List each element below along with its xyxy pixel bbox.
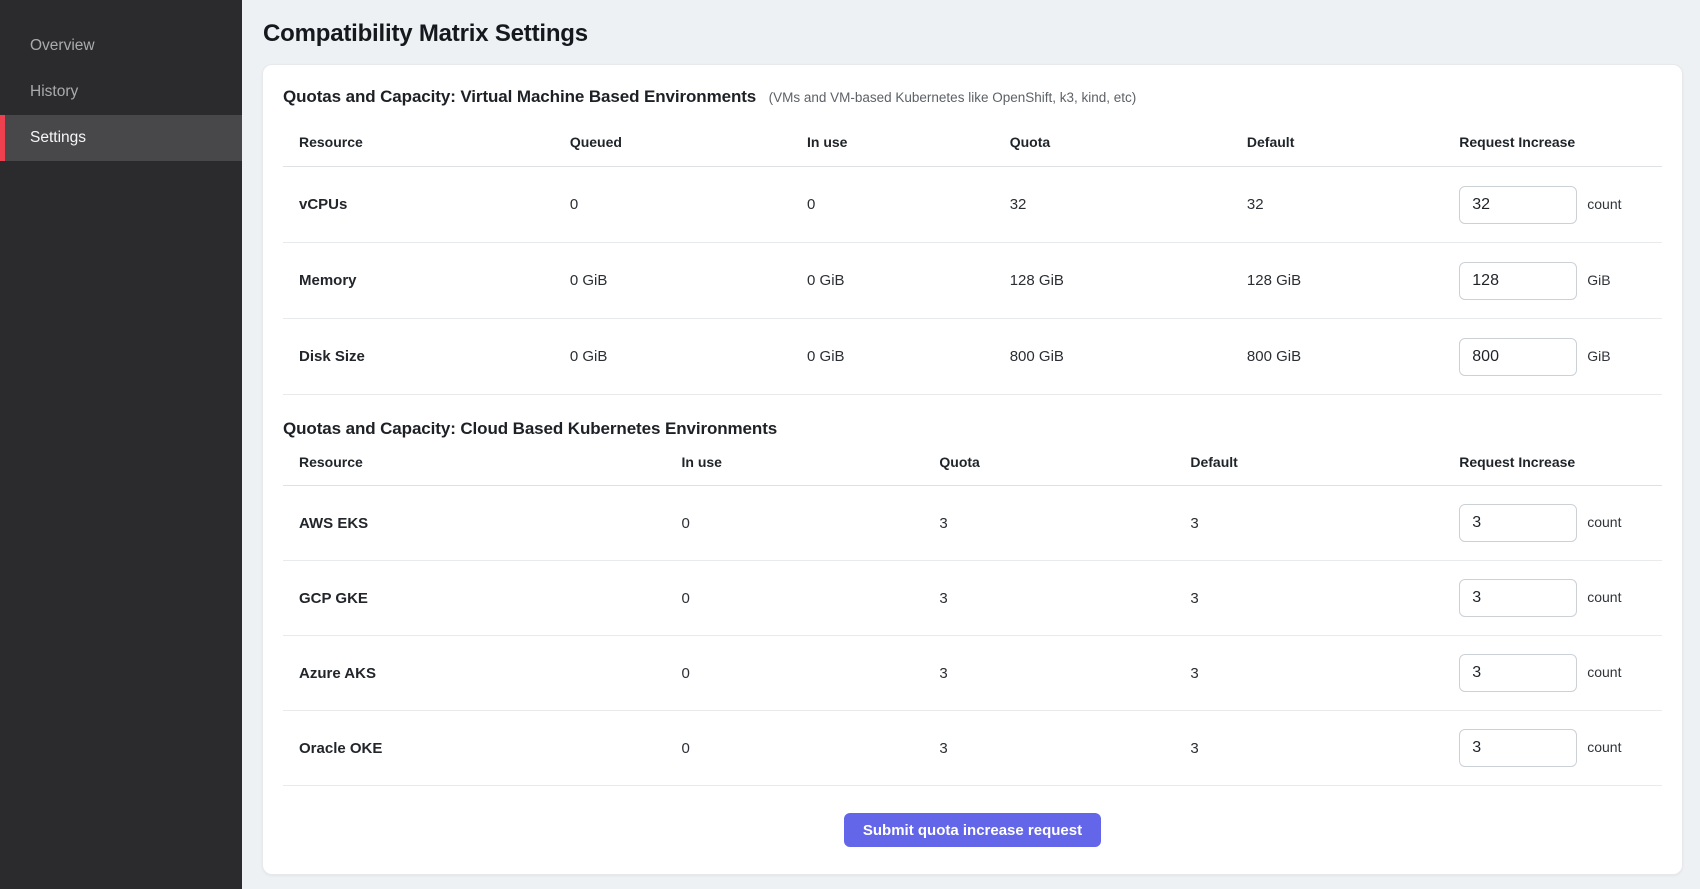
gcp-gke-request-input[interactable] bbox=[1459, 579, 1577, 617]
resource-label: Azure AKS bbox=[283, 665, 682, 682]
vm-section-subtitle: (VMs and VM-based Kubernetes like OpenSh… bbox=[769, 90, 1137, 105]
cloud-table-header-row: Resource In use Quota Default Request In… bbox=[283, 439, 1662, 486]
sidebar-nav: Overview History Settings bbox=[0, 23, 242, 161]
resource-label: Memory bbox=[283, 272, 570, 289]
table-row-aws-eks: AWS EKS 0 3 3 count bbox=[283, 486, 1662, 561]
resource-label: Disk Size bbox=[283, 348, 570, 365]
unit-label: count bbox=[1587, 664, 1621, 680]
request-increase-cell: count bbox=[1459, 504, 1662, 542]
in-use-value: 0 bbox=[682, 590, 940, 607]
column-header-quota: Quota bbox=[1010, 134, 1247, 150]
vm-table-header-row: Resource Queued In use Quota Default Req… bbox=[283, 117, 1662, 167]
azure-aks-request-input[interactable] bbox=[1459, 654, 1577, 692]
vm-quota-table: Resource Queued In use Quota Default Req… bbox=[283, 117, 1662, 395]
table-row-memory: Memory 0 GiB 0 GiB 128 GiB 128 GiB GiB bbox=[283, 243, 1662, 319]
column-header-resource: Resource bbox=[283, 134, 570, 150]
default-value: 128 GiB bbox=[1247, 272, 1459, 289]
request-increase-cell: count bbox=[1459, 579, 1662, 617]
unit-label: count bbox=[1587, 589, 1621, 605]
submit-quota-button[interactable]: Submit quota increase request bbox=[844, 813, 1101, 847]
queued-value: 0 bbox=[570, 196, 807, 213]
unit-label: count bbox=[1587, 739, 1621, 755]
column-header-queued: Queued bbox=[570, 134, 807, 150]
quota-value: 3 bbox=[939, 665, 1190, 682]
unit-label: GiB bbox=[1587, 348, 1610, 364]
sidebar-item-settings[interactable]: Settings bbox=[0, 115, 242, 161]
in-use-value: 0 GiB bbox=[807, 348, 1010, 365]
request-increase-cell: count bbox=[1459, 729, 1662, 767]
settings-card: Quotas and Capacity: Virtual Machine Bas… bbox=[262, 64, 1683, 875]
resource-label: Oracle OKE bbox=[283, 740, 682, 757]
sidebar: Overview History Settings bbox=[0, 0, 242, 889]
quota-value: 3 bbox=[939, 740, 1190, 757]
column-header-request-increase: Request Increase bbox=[1459, 134, 1662, 150]
request-increase-cell: GiB bbox=[1459, 338, 1662, 376]
column-header-default: Default bbox=[1247, 134, 1459, 150]
table-row-azure-aks: Azure AKS 0 3 3 count bbox=[283, 636, 1662, 711]
memory-request-input[interactable] bbox=[1459, 262, 1577, 300]
default-value: 3 bbox=[1190, 740, 1459, 757]
sidebar-item-overview[interactable]: Overview bbox=[0, 23, 242, 69]
oracle-oke-request-input[interactable] bbox=[1459, 729, 1577, 767]
resource-label: vCPUs bbox=[283, 196, 570, 213]
default-value: 800 GiB bbox=[1247, 348, 1459, 365]
request-increase-cell: count bbox=[1459, 654, 1662, 692]
in-use-value: 0 bbox=[807, 196, 1010, 213]
table-row-gcp-gke: GCP GKE 0 3 3 count bbox=[283, 561, 1662, 636]
queued-value: 0 GiB bbox=[570, 272, 807, 289]
resource-label: AWS EKS bbox=[283, 515, 682, 532]
default-value: 3 bbox=[1190, 515, 1459, 532]
disk-size-request-input[interactable] bbox=[1459, 338, 1577, 376]
default-value: 3 bbox=[1190, 665, 1459, 682]
cloud-quota-table: Resource In use Quota Default Request In… bbox=[283, 439, 1662, 786]
page-title: Compatibility Matrix Settings bbox=[263, 20, 1683, 48]
in-use-value: 0 bbox=[682, 665, 940, 682]
column-header-in-use: In use bbox=[807, 134, 1010, 150]
request-increase-cell: count bbox=[1459, 186, 1662, 224]
aws-eks-request-input[interactable] bbox=[1459, 504, 1577, 542]
quota-value: 3 bbox=[939, 515, 1190, 532]
submit-row: Submit quota increase request bbox=[283, 786, 1662, 847]
column-header-request-increase: Request Increase bbox=[1459, 454, 1662, 470]
resource-label: GCP GKE bbox=[283, 590, 682, 607]
table-row-disk-size: Disk Size 0 GiB 0 GiB 800 GiB 800 GiB Gi… bbox=[283, 319, 1662, 395]
column-header-resource: Resource bbox=[283, 454, 682, 470]
unit-label: GiB bbox=[1587, 272, 1610, 288]
quota-value: 800 GiB bbox=[1010, 348, 1247, 365]
app-root: Overview History Settings Compatibility … bbox=[0, 0, 1700, 889]
quota-value: 3 bbox=[939, 590, 1190, 607]
request-increase-cell: GiB bbox=[1459, 262, 1662, 300]
vm-section-title: Quotas and Capacity: Virtual Machine Bas… bbox=[283, 87, 756, 106]
cloud-section-header: Quotas and Capacity: Cloud Based Kuberne… bbox=[283, 419, 1662, 439]
main-content: Compatibility Matrix Settings Quotas and… bbox=[242, 0, 1700, 889]
column-header-quota: Quota bbox=[939, 454, 1190, 470]
unit-label: count bbox=[1587, 514, 1621, 530]
column-header-in-use: In use bbox=[682, 454, 940, 470]
quota-value: 32 bbox=[1010, 196, 1247, 213]
vcpus-request-input[interactable] bbox=[1459, 186, 1577, 224]
in-use-value: 0 bbox=[682, 740, 940, 757]
sidebar-item-history[interactable]: History bbox=[0, 69, 242, 115]
table-row-vcpus: vCPUs 0 0 32 32 count bbox=[283, 167, 1662, 243]
in-use-value: 0 GiB bbox=[807, 272, 1010, 289]
default-value: 3 bbox=[1190, 590, 1459, 607]
queued-value: 0 GiB bbox=[570, 348, 807, 365]
column-header-default: Default bbox=[1190, 454, 1459, 470]
quota-value: 128 GiB bbox=[1010, 272, 1247, 289]
vm-section-header: Quotas and Capacity: Virtual Machine Bas… bbox=[283, 87, 1662, 107]
cloud-section-title: Quotas and Capacity: Cloud Based Kuberne… bbox=[283, 419, 777, 438]
unit-label: count bbox=[1587, 196, 1621, 212]
default-value: 32 bbox=[1247, 196, 1459, 213]
table-row-oracle-oke: Oracle OKE 0 3 3 count bbox=[283, 711, 1662, 786]
in-use-value: 0 bbox=[682, 515, 940, 532]
